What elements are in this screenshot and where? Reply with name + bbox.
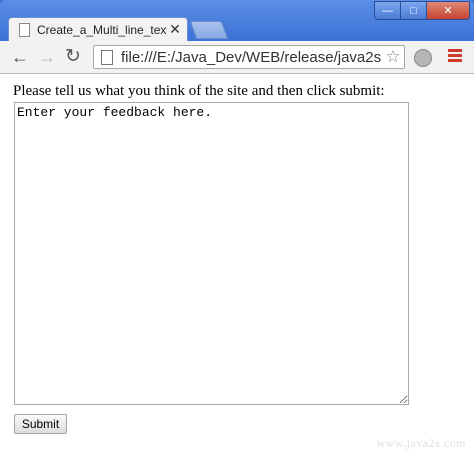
menu-icon[interactable] xyxy=(448,49,462,64)
browser-window: — □ ✕ Create_a_Multi_line_text_i ✕ ← → ↻… xyxy=(0,0,474,465)
browser-tab[interactable]: Create_a_Multi_line_text_i ✕ xyxy=(8,17,188,41)
watermark: www.java2s.com xyxy=(376,436,466,450)
page-content: Please tell us what you think of the sit… xyxy=(0,74,474,465)
feedback-textarea[interactable]: Enter your feedback here. xyxy=(14,102,409,405)
page-icon xyxy=(101,49,113,65)
address-bar[interactable]: file:///E:/Java_Dev/WEB/release/java2sID… xyxy=(93,45,405,69)
maximize-button[interactable]: □ xyxy=(401,1,427,20)
close-window-button[interactable]: ✕ xyxy=(427,1,470,20)
window-controls: — □ ✕ xyxy=(374,1,470,20)
submit-button[interactable]: Submit xyxy=(14,414,67,434)
extension-icon[interactable] xyxy=(414,49,432,67)
page-icon xyxy=(19,22,30,37)
browser-toolbar: ← → ↻ file:///E:/Java_Dev/WEB/release/ja… xyxy=(0,41,474,74)
new-tab-button[interactable] xyxy=(189,21,229,39)
tab-title: Create_a_Multi_line_text_i xyxy=(37,22,167,37)
minimize-button[interactable]: — xyxy=(374,1,401,20)
url-text[interactable]: file:///E:/Java_Dev/WEB/release/java2sID xyxy=(121,49,382,66)
forward-arrow-icon[interactable]: → xyxy=(38,47,56,67)
tab-close-icon[interactable]: ✕ xyxy=(167,21,183,38)
feedback-prompt: Please tell us what you think of the sit… xyxy=(13,83,385,99)
star-icon[interactable]: ☆ xyxy=(382,47,404,67)
reload-icon[interactable]: ↻ xyxy=(65,47,81,67)
back-arrow-icon[interactable]: ← xyxy=(11,47,29,67)
